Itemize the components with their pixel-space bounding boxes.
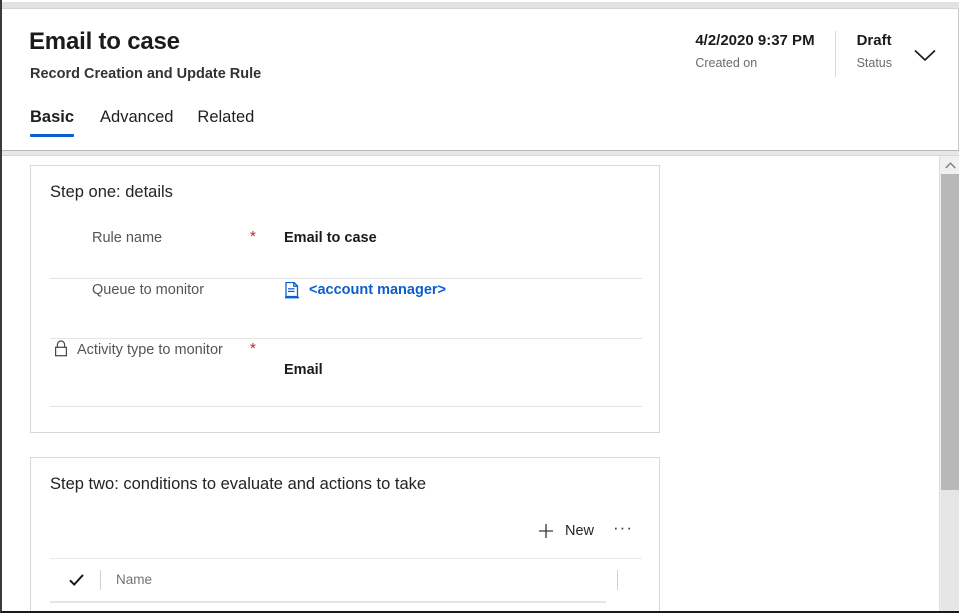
field-label-activity-type-to-monitor: Activity type to monitor	[50, 338, 250, 363]
chevron-down-icon	[914, 49, 936, 61]
status-value: Draft	[856, 32, 892, 49]
page-title: Email to case	[29, 28, 180, 55]
field-value-queue-to-monitor[interactable]: <account manager>	[268, 278, 642, 303]
chevron-up-icon	[944, 161, 956, 168]
form-body: Step one: details Rule name * Email to c…	[2, 156, 941, 611]
required-indicator-placeholder: *	[250, 278, 268, 299]
checkmark-icon	[68, 574, 84, 587]
new-button-label: New	[564, 523, 594, 539]
queue-record-icon	[285, 282, 299, 299]
field-row-activity-type-to-monitor: Activity type to monitor * Email	[50, 338, 642, 406]
scrollbar-track-below[interactable]	[941, 490, 959, 611]
grid-command-bar: New ···	[526, 516, 640, 546]
tab-basic-label: Basic	[30, 108, 75, 126]
created-on-value: 4/2/2020 9:37 PM	[695, 32, 815, 49]
new-button[interactable]: New	[526, 517, 606, 545]
field-value-rule-name[interactable]: Email to case	[268, 226, 642, 251]
step-two-title: Step two: conditions to evaluate and act…	[50, 475, 427, 493]
tab-related-label: Related	[197, 108, 255, 126]
record-type-subtitle: Record Creation and Update Rule	[30, 66, 262, 82]
header-fields: 4/2/2020 9:37 PM Created on Draft Status	[685, 31, 944, 87]
required-indicator: *	[250, 340, 256, 357]
field-separator	[50, 406, 642, 407]
section-step-one: Step one: details Rule name * Email to c…	[30, 165, 660, 433]
activity-type-label-text: Activity type to monitor	[77, 342, 223, 358]
column-header-name[interactable]: Name	[102, 569, 152, 591]
record-header: Email to case Record Creation and Update…	[2, 9, 959, 152]
header-field-created-on: 4/2/2020 9:37 PM Created on	[685, 31, 834, 77]
header-expand-button[interactable]	[906, 36, 944, 74]
column-divider	[617, 570, 618, 590]
field-row-queue-to-monitor: Queue to monitor * <account manager>	[50, 278, 642, 338]
tab-advanced-label: Advanced	[100, 108, 174, 126]
column-divider	[100, 570, 101, 590]
window-top-strip	[2, 0, 959, 9]
more-horizontal-icon: ···	[613, 517, 633, 537]
scroll-up-button[interactable]	[940, 156, 959, 174]
tab-advanced[interactable]: Advanced	[88, 104, 185, 137]
tab-related[interactable]: Related	[185, 104, 266, 137]
select-all-checkbox[interactable]	[50, 573, 102, 587]
field-label-rule-name: Rule name	[92, 230, 163, 246]
tab-basic[interactable]: Basic	[28, 104, 88, 137]
vertical-scrollbar[interactable]	[939, 156, 959, 611]
scrollbar-thumb[interactable]	[941, 174, 959, 490]
grid-header-bottom-border	[50, 601, 606, 603]
section-step-two: Step two: conditions to evaluate and act…	[30, 457, 660, 611]
lock-icon	[54, 340, 68, 357]
plus-icon	[538, 524, 553, 538]
grid-header-row: Name	[50, 559, 642, 601]
queue-to-monitor-link-text: <account manager>	[309, 282, 446, 298]
window-top-strip-highlight	[2, 0, 959, 2]
field-label-queue-to-monitor: Queue to monitor	[92, 282, 205, 298]
header-field-status: Draft Status	[834, 31, 900, 77]
more-commands-button[interactable]: ···	[606, 516, 640, 546]
status-label: Status	[856, 56, 892, 70]
app-window: Email to case Record Creation and Update…	[0, 0, 959, 613]
required-indicator: *	[250, 228, 256, 245]
field-row-rule-name: Rule name * Email to case	[50, 226, 642, 278]
tab-list: Basic Advanced Related	[28, 104, 266, 137]
created-on-label: Created on	[695, 56, 758, 70]
field-value-activity-type-to-monitor: Email	[284, 362, 323, 378]
step-one-title: Step one: details	[50, 183, 173, 201]
